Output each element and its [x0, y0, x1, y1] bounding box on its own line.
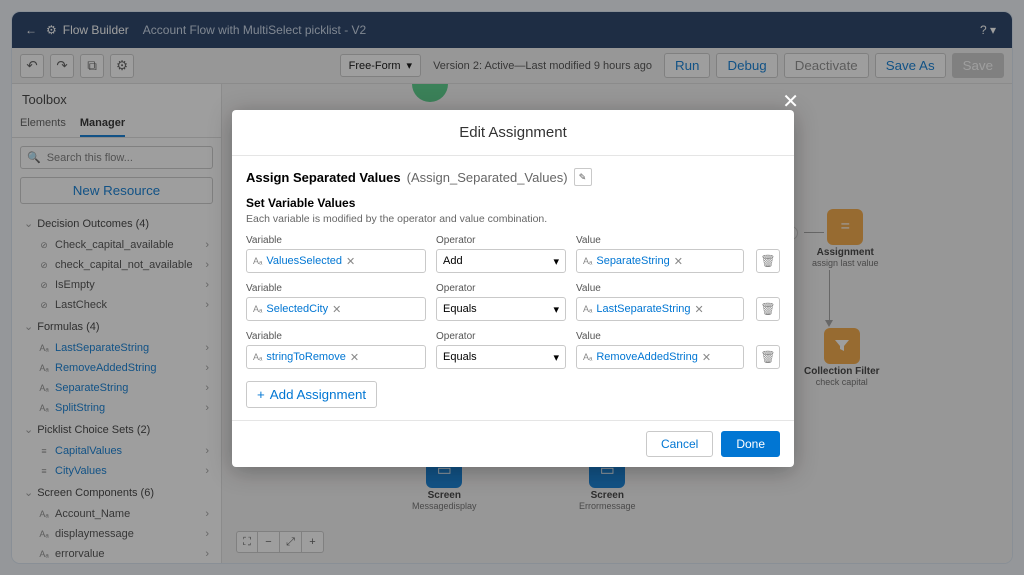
- delete-row-button[interactable]: 🗑: [756, 249, 780, 273]
- clear-icon[interactable]: ✕: [346, 255, 355, 268]
- edit-name-button[interactable]: ✎: [574, 168, 592, 186]
- value-input[interactable]: AₐSeparateString ✕: [576, 249, 744, 273]
- close-icon[interactable]: ✕: [782, 92, 799, 112]
- done-button[interactable]: Done: [721, 431, 780, 457]
- text-icon: Aₐ: [253, 304, 262, 314]
- assignment-row: Variable AₐSelectedCity ✕ Operator Equals▾ V…: [246, 283, 780, 321]
- assignment-row: Variable AₐstringToRemove ✕ Operator Equals…: [246, 331, 780, 369]
- clear-icon[interactable]: ✕: [332, 303, 341, 316]
- operator-select[interactable]: Equals▾: [436, 345, 566, 369]
- section-header: Set Variable Values: [246, 196, 780, 210]
- assignment-api-name: (Assign_Separated_Values): [407, 170, 568, 185]
- value-input[interactable]: AₐLastSeparateString ✕: [576, 297, 744, 321]
- value-input[interactable]: AₐRemoveAddedString ✕: [576, 345, 744, 369]
- text-icon: Aₐ: [583, 256, 592, 266]
- col-label: Value: [576, 331, 744, 342]
- delete-row-button[interactable]: 🗑: [756, 345, 780, 369]
- clear-icon[interactable]: ✕: [350, 351, 359, 364]
- add-assignment-button[interactable]: + Add Assignment: [246, 381, 377, 408]
- text-icon: Aₐ: [253, 352, 262, 362]
- assignment-row: Variable AₐValuesSelected ✕ Operator Add▾ Va…: [246, 235, 780, 273]
- edit-assignment-modal: Edit Assignment Assign Separated Values …: [232, 110, 794, 467]
- clear-icon[interactable]: ✕: [702, 351, 711, 364]
- operator-select[interactable]: Add▾: [436, 249, 566, 273]
- cancel-button[interactable]: Cancel: [646, 431, 713, 457]
- modal-header: Edit Assignment: [232, 110, 794, 156]
- chevron-down-icon: ▾: [553, 255, 559, 268]
- section-sub: Each variable is modified by the operato…: [246, 213, 780, 225]
- text-icon: Aₐ: [253, 256, 262, 266]
- chevron-down-icon: ▾: [553, 303, 559, 316]
- col-label: Variable: [246, 235, 426, 246]
- col-label: Value: [576, 283, 744, 294]
- text-icon: Aₐ: [583, 304, 592, 314]
- col-label: Value: [576, 235, 744, 246]
- clear-icon[interactable]: ✕: [674, 255, 683, 268]
- col-label: Variable: [246, 331, 426, 342]
- col-label: Variable: [246, 283, 426, 294]
- col-label: Operator: [436, 235, 566, 246]
- operator-select[interactable]: Equals▾: [436, 297, 566, 321]
- chevron-down-icon: ▾: [553, 351, 559, 364]
- plus-icon: +: [257, 387, 265, 402]
- text-icon: Aₐ: [583, 352, 592, 362]
- delete-row-button[interactable]: 🗑: [756, 297, 780, 321]
- clear-icon[interactable]: ✕: [695, 303, 704, 316]
- col-label: Operator: [436, 283, 566, 294]
- variable-input[interactable]: AₐstringToRemove ✕: [246, 345, 426, 369]
- variable-input[interactable]: AₐValuesSelected ✕: [246, 249, 426, 273]
- col-label: Operator: [436, 331, 566, 342]
- variable-input[interactable]: AₐSelectedCity ✕: [246, 297, 426, 321]
- assignment-title: Assign Separated Values: [246, 170, 401, 185]
